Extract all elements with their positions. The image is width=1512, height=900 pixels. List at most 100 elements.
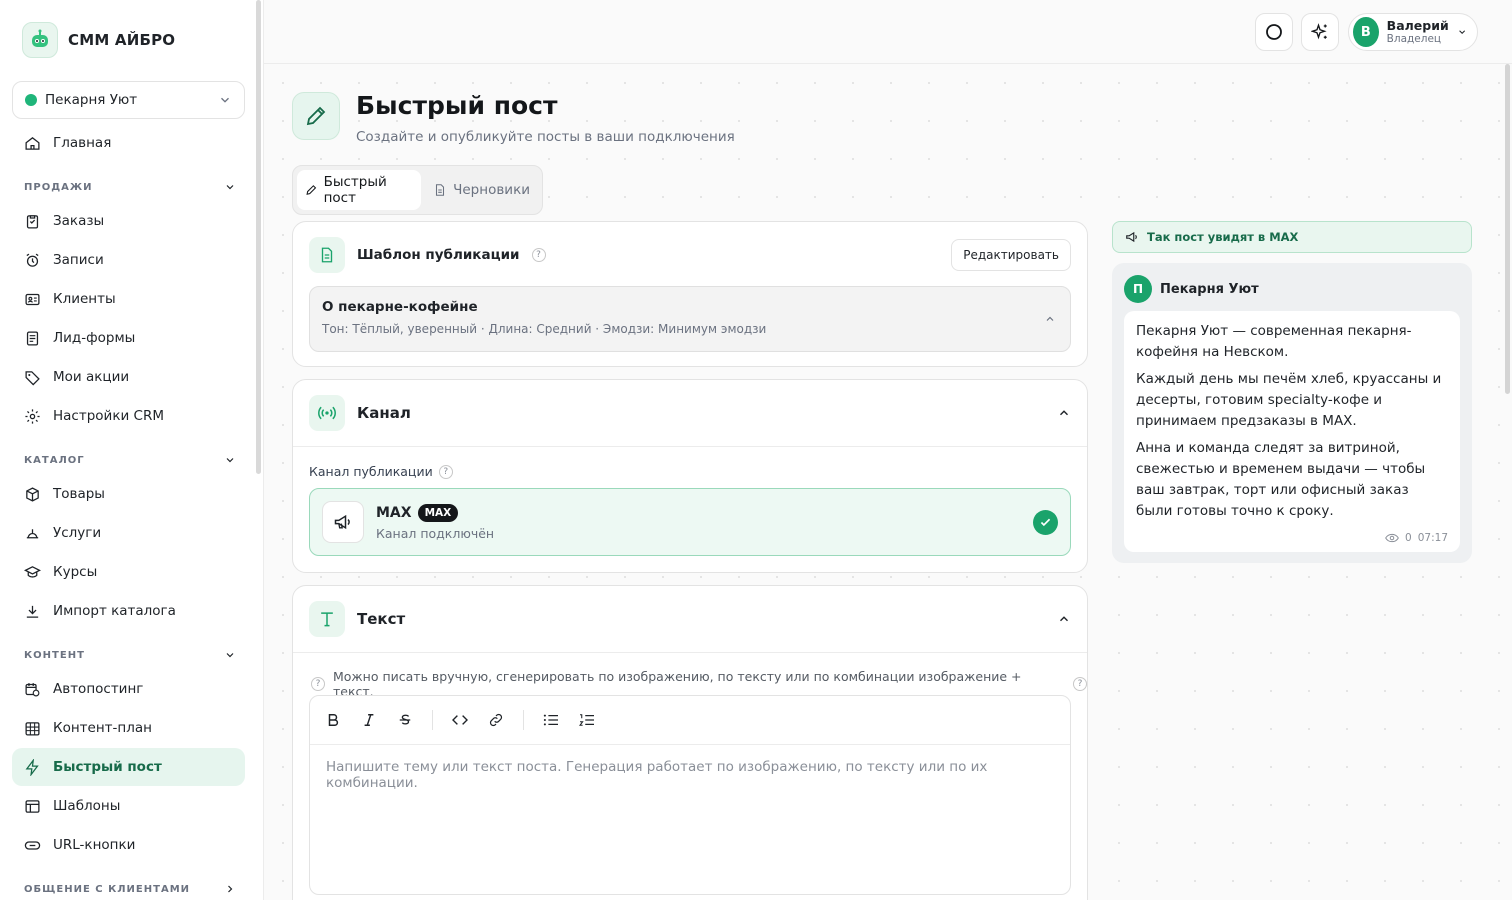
avatar: В (1353, 17, 1379, 47)
layout-icon (25, 799, 40, 813)
channel-card-header[interactable]: Канал (293, 380, 1087, 446)
broadcast-icon (309, 395, 345, 431)
sidebar-item-label: Настройки CRM (53, 408, 164, 424)
sidebar-item-autoposting[interactable]: Автопостинг (12, 670, 245, 708)
sidebar-item-courses[interactable]: Курсы (12, 553, 245, 591)
section-catalog[interactable]: КАТАЛОГ (24, 454, 236, 466)
business-selector[interactable]: Пекарня Уют (12, 81, 245, 119)
sidebar-item-crm-settings[interactable]: Настройки CRM (12, 397, 245, 435)
main-scrollbar[interactable] (1505, 64, 1510, 394)
message-bubble: Пекарня Уют — современная пекарня-кофейн… (1124, 311, 1460, 552)
sidebar-item-lead-forms[interactable]: Лид-формы (12, 319, 245, 357)
preview-header: П Пекарня Уют (1124, 275, 1259, 303)
numbered-list-icon[interactable] (578, 711, 596, 729)
graduation-cap-icon (24, 565, 41, 578)
text-card-header[interactable]: Текст (293, 586, 1087, 652)
sidebar-item-clients[interactable]: Клиенты (12, 280, 245, 318)
sidebar-item-home[interactable]: Главная (12, 124, 245, 162)
channel-name-text: MAX (376, 504, 412, 521)
section-content[interactable]: КОНТЕНТ (24, 649, 236, 661)
sidebar-item-orders[interactable]: Заказы (12, 202, 245, 240)
sidebar-item-label: Шаблоны (53, 798, 121, 814)
status-dot (25, 94, 37, 106)
channel-status: Канал подключён (376, 525, 495, 541)
sidebar-item-quick-post[interactable]: Быстрый пост (12, 748, 245, 786)
chevron-down-icon (226, 458, 234, 463)
section-label: ОБЩЕНИЕ С КЛИЕНТАМИ (24, 883, 191, 895)
ai-assistant-button[interactable] (1301, 13, 1339, 51)
card-title: Канал (357, 404, 411, 422)
chevron-up-icon (1060, 410, 1068, 416)
user-name: Валерий (1386, 17, 1449, 33)
link-icon[interactable] (487, 711, 505, 729)
template-card: Шаблон публикации ? Редактировать О пека… (292, 221, 1088, 367)
text-editor: Напишите тему или текст поста. Генерация… (309, 695, 1071, 895)
eye-icon (1385, 533, 1399, 543)
sidebar-item-bookings[interactable]: Записи (12, 241, 245, 279)
home-icon (25, 136, 40, 150)
channel-field-label: Канал публикации ? (309, 464, 453, 479)
preview-label: Так пост увидят в MAX (1112, 221, 1472, 253)
tab-quick-post[interactable]: Быстрый пост (297, 170, 422, 210)
chevron-down-icon (226, 185, 234, 190)
section-sales[interactable]: ПРОДАЖИ (24, 181, 236, 193)
message-meta: 0 07:17 (1385, 532, 1448, 544)
help-icon[interactable]: ? (531, 248, 546, 262)
preview-paragraph: Анна и команда следят за витриной, свеже… (1136, 440, 1426, 519)
strikethrough-icon[interactable] (396, 711, 414, 729)
tag-icon (25, 370, 40, 385)
toolbar-separator (523, 710, 524, 730)
help-icon[interactable]: ? (1073, 677, 1087, 691)
help-icon[interactable]: ? (438, 464, 453, 479)
bell-service-icon (26, 528, 39, 538)
info-icon: ? (311, 677, 325, 691)
code-icon[interactable] (451, 711, 469, 729)
preview-paragraph: Каждый день мы печём хлеб, круассаны и д… (1136, 371, 1442, 429)
preview-author: Пекарня Уют (1160, 281, 1259, 297)
edit-template-button[interactable]: Редактировать (951, 239, 1071, 271)
brand[interactable]: СММ АЙБРО (22, 22, 175, 58)
section-label: ПРОДАЖИ (24, 181, 93, 193)
sidebar-item-label: URL-кнопки (53, 837, 136, 853)
sidebar-item-products[interactable]: Товары (12, 475, 245, 513)
sidebar-item-label: Товары (53, 486, 105, 502)
alarm-clock-icon (26, 253, 39, 267)
sidebar-item-templates[interactable]: Шаблоны (12, 787, 245, 825)
download-icon (26, 605, 39, 618)
sidebar-item-label: Автопостинг (53, 681, 144, 697)
bullet-list-icon[interactable] (542, 711, 560, 729)
theme-toggle-button[interactable] (1255, 13, 1293, 51)
bold-icon[interactable] (324, 711, 342, 729)
text-type-icon (309, 601, 345, 637)
template-select[interactable]: О пекарне-кофейне Тон: Тёплый, уверенный… (309, 286, 1071, 352)
section-communication[interactable]: ОБЩЕНИЕ С КЛИЕНТАМИ (24, 883, 236, 895)
user-menu[interactable]: В Валерий Владелец (1348, 13, 1478, 51)
sparkles-icon (1311, 23, 1327, 40)
sidebar-item-label: Мои акции (53, 369, 130, 385)
chevron-up-icon (1046, 316, 1054, 321)
preview-label-text: Так пост увидят в MAX (1147, 230, 1299, 244)
avatar: П (1124, 275, 1152, 303)
chevron-down-icon (1458, 30, 1465, 35)
text-input[interactable]: Напишите тему или текст поста. Генерация… (310, 745, 1070, 805)
brand-name: СММ АЙБРО (68, 31, 176, 49)
box-icon (26, 486, 39, 502)
sidebar-item-promotions[interactable]: Мои акции (12, 358, 245, 396)
sidebar-item-label: Импорт каталога (53, 603, 176, 619)
channel-option-max[interactable]: MAX MAX Канал подключён (309, 488, 1071, 556)
channel-card: Канал Канал публикации ? MAX MAX Канал п… (292, 379, 1088, 573)
card-title: Текст (357, 610, 406, 628)
tab-label: Быстрый пост (323, 174, 387, 206)
italic-icon[interactable] (360, 711, 378, 729)
sidebar-item-url-buttons[interactable]: URL-кнопки (12, 826, 245, 864)
sidebar-item-content-plan[interactable]: Контент-план (12, 709, 245, 747)
post-preview: П Пекарня Уют Пекарня Уют — современная … (1112, 263, 1472, 563)
tab-drafts[interactable]: Черновики (425, 170, 538, 210)
sidebar-scrollbar[interactable] (256, 0, 261, 474)
page-title: Быстрый пост (356, 91, 558, 120)
sidebar-item-label: Главная (53, 135, 112, 151)
sidebar-item-services[interactable]: Услуги (12, 514, 245, 552)
form-icon (26, 330, 39, 346)
gear-icon (25, 408, 40, 424)
sidebar-item-catalog-import[interactable]: Импорт каталога (12, 592, 245, 630)
